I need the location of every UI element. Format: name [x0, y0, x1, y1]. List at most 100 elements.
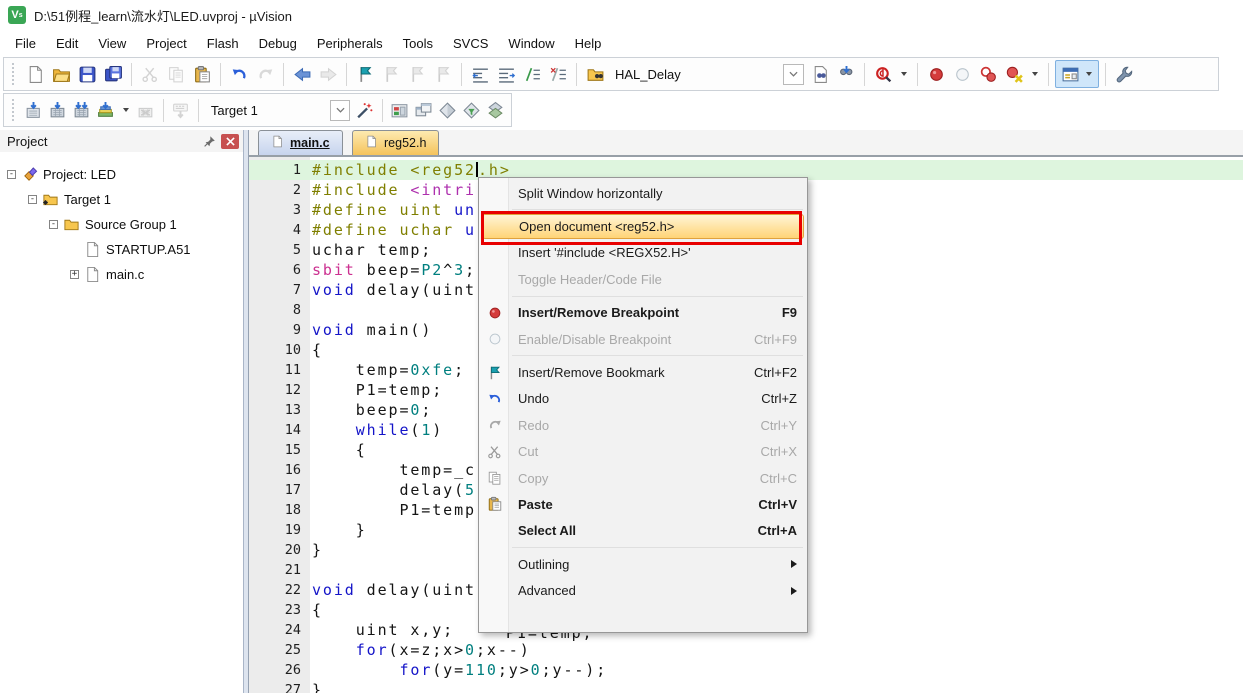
menu-item-label: Select All — [518, 523, 576, 538]
tree-item-project-led[interactable]: - Project: LED — [0, 162, 243, 187]
target-folder-icon — [42, 191, 59, 208]
disable-breakpoints-icon[interactable] — [1002, 62, 1026, 86]
insert-breakpoint-icon[interactable] — [924, 62, 948, 86]
context-menu-item-select-all[interactable]: Select All Ctrl+A — [479, 518, 807, 544]
line-number: 17 — [249, 480, 301, 500]
menu-separator — [479, 206, 807, 213]
translate-icon[interactable] — [23, 98, 45, 122]
menu-debug[interactable]: Debug — [249, 32, 307, 55]
navigate-forward-icon — [316, 62, 340, 86]
manage-rte-icon[interactable] — [461, 98, 483, 122]
menu-item-label: Undo — [518, 391, 549, 406]
flip-windows-icon[interactable] — [413, 98, 435, 122]
context-menu-item-open-document-reg52-h[interactable]: Open document <reg52.h> — [482, 214, 804, 238]
menu-file[interactable]: File — [5, 32, 46, 55]
close-icon[interactable] — [221, 134, 239, 149]
toggle-bookmark-icon[interactable] — [353, 62, 377, 86]
views-button[interactable] — [1055, 60, 1099, 88]
save-all-icon[interactable] — [101, 62, 125, 86]
menu-project[interactable]: Project — [136, 32, 196, 55]
dropdown-arrow[interactable] — [901, 72, 907, 76]
kill-breakpoints-icon[interactable] — [976, 62, 1000, 86]
file-icon — [271, 135, 284, 151]
incremental-find-icon[interactable] — [834, 62, 858, 86]
tree-item-startup-a51[interactable]: STARTUP.A51 — [0, 237, 243, 262]
uncomment-icon[interactable] — [546, 62, 570, 86]
project-panel-header: Project — [0, 130, 243, 152]
navigate-back-icon[interactable] — [290, 62, 314, 86]
dropdown-arrow[interactable] — [1086, 72, 1092, 76]
pin-icon[interactable] — [200, 133, 218, 149]
menu-edit[interactable]: Edit — [46, 32, 88, 55]
collapse-icon[interactable]: - — [28, 195, 37, 204]
menu-item-label: Toggle Header/Code File — [518, 272, 662, 287]
redo-icon — [253, 62, 277, 86]
tree-item-main-c[interactable]: + main.c — [0, 262, 243, 287]
menu-item-shortcut: Ctrl+X — [743, 444, 797, 459]
target-combobox[interactable]: Target 1 — [205, 103, 327, 118]
context-menu-item-insert-include-regx52-h[interactable]: Insert '#include <REGX52.H>' — [479, 240, 807, 266]
menu-help[interactable]: Help — [565, 32, 612, 55]
collapse-icon[interactable]: - — [7, 170, 16, 179]
paste-icon[interactable] — [190, 62, 214, 86]
line-number: 20 — [249, 540, 301, 560]
comment-icon[interactable] — [520, 62, 544, 86]
open-file-icon[interactable] — [49, 62, 73, 86]
copy-icon — [484, 470, 505, 486]
dropdown-arrow[interactable] — [1032, 72, 1038, 76]
context-menu-item-outlining[interactable]: Outlining — [479, 551, 807, 577]
folder-icon — [63, 216, 80, 233]
new-file-icon[interactable] — [23, 62, 47, 86]
find-in-files-dialog-icon[interactable] — [583, 62, 607, 86]
save-icon[interactable] — [75, 62, 99, 86]
menu-svcs[interactable]: SVCS — [443, 32, 498, 55]
menu-item-label: Cut — [518, 444, 538, 459]
context-menu-item-insert-remove-bookmark[interactable]: Insert/Remove BookmarkCtrl+F2 — [479, 359, 807, 385]
context-menu-item-undo[interactable]: UndoCtrl+Z — [479, 386, 807, 412]
books-icon[interactable] — [485, 98, 507, 122]
start-debug-icon[interactable] — [871, 62, 895, 86]
configure-icon[interactable] — [1112, 62, 1136, 86]
menu-peripherals[interactable]: Peripherals — [307, 32, 393, 55]
batch-build-icon[interactable] — [95, 98, 117, 122]
indent-icon[interactable] — [494, 62, 518, 86]
tree-item-label: main.c — [106, 267, 144, 282]
menu-flash[interactable]: Flash — [197, 32, 249, 55]
tree-item-label: Project: LED — [43, 167, 116, 182]
menu-item-shortcut: Ctrl+A — [740, 523, 797, 538]
tab-main-c[interactable]: main.c — [258, 130, 343, 155]
build-icon[interactable] — [47, 98, 69, 122]
menu-tools[interactable]: Tools — [393, 32, 443, 55]
window-views-icon[interactable] — [1058, 62, 1082, 86]
menu-view[interactable]: View — [88, 32, 136, 55]
context-menu-item-insert-remove-breakpoint[interactable]: Insert/Remove BreakpointF9 — [479, 300, 807, 326]
context-menu-item-copy: CopyCtrl+C — [479, 465, 807, 491]
insert-breakpoint-icon — [484, 305, 505, 321]
line-number: 6 — [249, 260, 301, 280]
software-packs-icon[interactable] — [437, 98, 459, 122]
tab-reg52-h[interactable]: reg52.h — [352, 130, 439, 155]
collapse-icon[interactable]: - — [49, 220, 58, 229]
menu-window[interactable]: Window — [498, 32, 564, 55]
tree-item-source-group-1[interactable]: -Source Group 1 — [0, 212, 243, 237]
find-in-files-icon[interactable] — [808, 62, 832, 86]
menu-item-label: Outlining — [518, 557, 569, 572]
context-menu-item-advanced[interactable]: Advanced — [479, 577, 807, 603]
manage-components-icon[interactable] — [389, 98, 411, 122]
enable-breakpoint-icon[interactable] — [950, 62, 974, 86]
context-menu-item-split-window-horizontally[interactable]: Split Window horizontally — [479, 180, 807, 206]
line-number: 7 — [249, 280, 301, 300]
context-menu-item-paste[interactable]: PasteCtrl+V — [479, 491, 807, 517]
undo-icon[interactable] — [227, 62, 251, 86]
target-dropdown[interactable] — [330, 100, 349, 121]
rebuild-icon[interactable] — [71, 98, 93, 122]
search-dropdown[interactable] — [783, 64, 804, 85]
dropdown-arrow[interactable] — [123, 108, 129, 112]
unindent-icon[interactable] — [468, 62, 492, 86]
expand-icon[interactable]: + — [70, 270, 79, 279]
search-combobox[interactable]: HAL_Delay — [609, 67, 779, 82]
line-number: 9 — [249, 320, 301, 340]
options-wand-icon[interactable] — [354, 98, 376, 122]
tree-item-target-1[interactable]: -Target 1 — [0, 187, 243, 212]
toolbar-separator — [1105, 63, 1106, 86]
